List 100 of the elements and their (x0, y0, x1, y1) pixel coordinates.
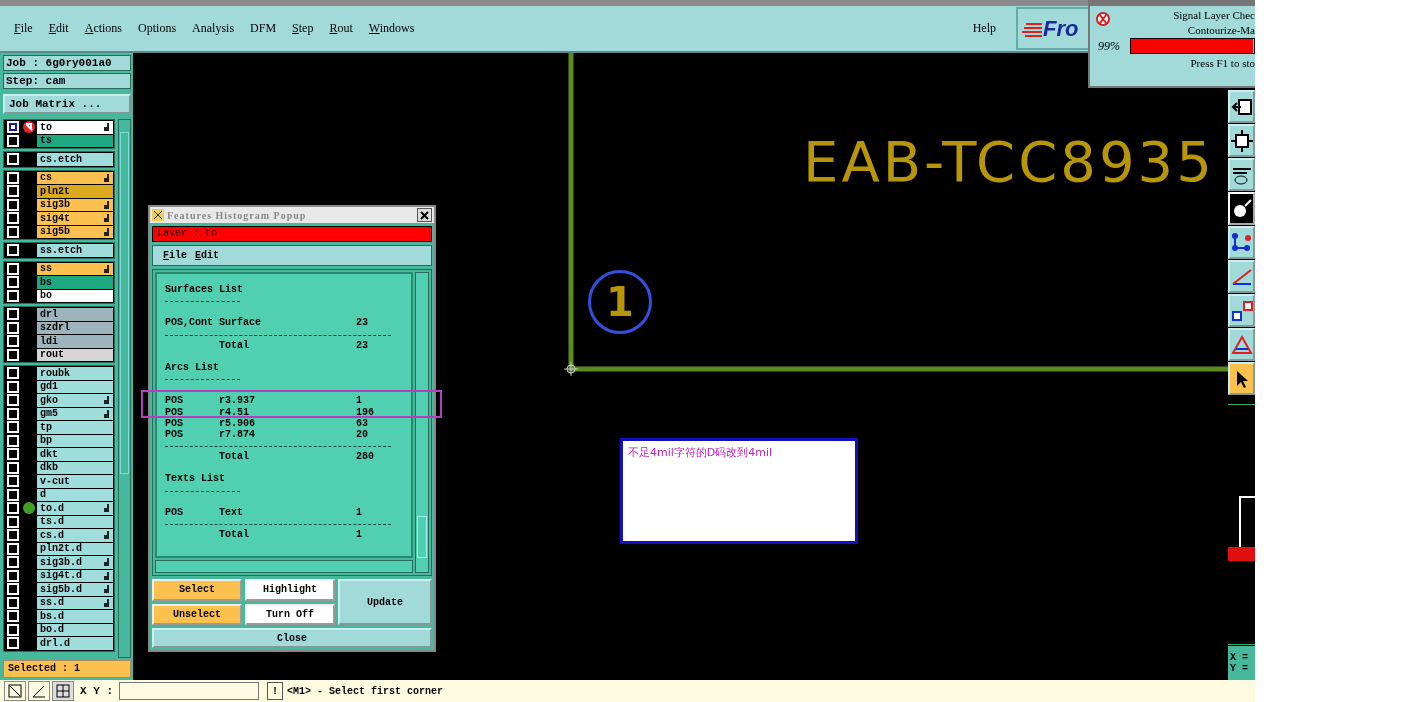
menu-item[interactable]: Windows (362, 21, 421, 36)
layer-checkbox[interactable] (7, 623, 19, 636)
layer-item[interactable]: tp (37, 421, 113, 434)
scroll-thumb[interactable] (417, 516, 427, 558)
layer-checkbox[interactable] (7, 289, 19, 302)
tool-button[interactable] (1228, 328, 1255, 361)
tool-button[interactable] (1228, 90, 1255, 123)
layer-checkbox[interactable] (7, 121, 19, 134)
menu-item[interactable]: Step (286, 21, 320, 36)
layer-item[interactable]: sig3b.d (37, 556, 113, 569)
layer-checkbox[interactable] (7, 434, 19, 447)
status-button[interactable] (4, 681, 26, 701)
close-button[interactable]: Close (152, 628, 432, 648)
action-button[interactable]: Turn Off (245, 603, 335, 625)
layer-checkbox[interactable] (7, 153, 19, 166)
layer-checkbox[interactable] (7, 185, 19, 198)
menu-item[interactable]: File (159, 250, 192, 261)
action-button[interactable]: Select (152, 579, 242, 601)
layer-item[interactable]: v-cut (37, 475, 113, 488)
scroll-thumb[interactable] (120, 132, 129, 474)
layer-item[interactable]: d (37, 488, 113, 501)
layer-checkbox[interactable] (7, 542, 19, 555)
layer-item[interactable]: cs.etch (37, 153, 113, 166)
job-matrix-button[interactable]: Job Matrix ... (3, 94, 131, 114)
status-button[interactable] (52, 681, 74, 701)
close-button[interactable] (417, 208, 432, 222)
layer-item[interactable]: ss (37, 262, 113, 275)
layer-checkbox[interactable] (7, 475, 19, 488)
layer-item[interactable]: gko (37, 394, 113, 407)
menu-item[interactable]: Options (132, 21, 183, 36)
layer-checkbox[interactable] (7, 348, 19, 361)
layer-item[interactable]: pln2t (37, 185, 113, 198)
layer-item[interactable]: cs.d (37, 529, 113, 542)
menu-item[interactable]: Analysis (186, 21, 241, 36)
vertical-scrollbar[interactable] (415, 272, 429, 573)
layer-item[interactable]: roubk (37, 367, 113, 380)
layer-item[interactable]: to.d (37, 502, 113, 515)
layer-checkbox[interactable] (7, 502, 19, 515)
layer-checkbox[interactable] (7, 596, 19, 609)
layer-checkbox[interactable] (7, 637, 19, 650)
layer-item[interactable]: szdrl (37, 321, 113, 334)
tool-button[interactable] (1228, 226, 1255, 259)
alert-button[interactable]: ! (267, 682, 283, 700)
help-menu[interactable]: Help (966, 21, 1002, 36)
menu-item[interactable]: Actions (78, 21, 129, 36)
layer-item[interactable]: sig4t (37, 212, 113, 225)
tool-button[interactable] (1228, 294, 1255, 327)
layer-item[interactable]: ts (37, 134, 113, 147)
layer-item[interactable]: drl (37, 308, 113, 321)
layer-checkbox[interactable] (7, 556, 19, 569)
layer-item[interactable]: gd1 (37, 380, 113, 393)
layer-checkbox[interactable] (7, 244, 19, 257)
layer-item[interactable]: ss.etch (37, 244, 113, 257)
layer-checkbox[interactable] (7, 394, 19, 407)
tool-button[interactable] (1228, 158, 1255, 191)
layer-item[interactable]: bp (37, 434, 113, 447)
layer-item[interactable]: bs.d (37, 610, 113, 623)
layer-item[interactable]: pln2t.d (37, 542, 113, 555)
layer-item[interactable]: sig3b (37, 198, 113, 211)
layer-item[interactable]: ldi (37, 335, 113, 348)
xy-input-field[interactable] (119, 682, 259, 700)
layer-item[interactable]: drl.d (37, 637, 113, 650)
layer-item[interactable]: bs (37, 276, 113, 289)
layer-item[interactable]: to (37, 121, 113, 134)
layer-item[interactable]: sig5b (37, 225, 113, 238)
layer-checkbox[interactable] (7, 461, 19, 474)
layer-item[interactable]: ts.d (37, 515, 113, 528)
layer-checkbox[interactable] (7, 225, 19, 238)
layer-checkbox[interactable] (7, 407, 19, 420)
layer-item[interactable]: ss.d (37, 596, 113, 609)
menu-item[interactable]: Edit (191, 250, 224, 261)
tool-button[interactable] (1228, 124, 1255, 157)
tool-button[interactable] (1228, 260, 1255, 293)
layer-item[interactable]: bo.d (37, 623, 113, 636)
layer-checkbox[interactable] (7, 488, 19, 501)
layer-checkbox[interactable] (7, 569, 19, 582)
layer-checkbox[interactable] (7, 171, 19, 184)
layer-checkbox[interactable] (7, 262, 19, 275)
status-button[interactable] (28, 681, 50, 701)
stop-icon[interactable] (1096, 12, 1110, 26)
layer-checkbox[interactable] (7, 380, 19, 393)
layer-checkbox[interactable] (7, 335, 19, 348)
layer-checkbox[interactable] (7, 448, 19, 461)
menu-item[interactable]: Rout (323, 21, 359, 36)
tool-button[interactable] (1228, 362, 1255, 395)
layer-checkbox[interactable] (7, 367, 19, 380)
layer-item[interactable]: dkb (37, 461, 113, 474)
layer-checkbox[interactable] (7, 308, 19, 321)
menu-item[interactable]: DFM (244, 21, 283, 36)
layer-item[interactable]: sig5b.d (37, 583, 113, 596)
action-button[interactable]: Highlight (245, 579, 335, 601)
layer-item[interactable]: gm5 (37, 407, 113, 420)
update-button[interactable]: Update (338, 579, 432, 625)
layer-checkbox[interactable] (7, 421, 19, 434)
layer-checkbox[interactable] (7, 134, 19, 147)
layer-checkbox[interactable] (7, 610, 19, 623)
layer-checkbox[interactable] (7, 321, 19, 334)
layer-checkbox[interactable] (7, 529, 19, 542)
menu-item[interactable]: Edit (42, 21, 75, 36)
action-button[interactable]: Unselect (152, 603, 242, 625)
